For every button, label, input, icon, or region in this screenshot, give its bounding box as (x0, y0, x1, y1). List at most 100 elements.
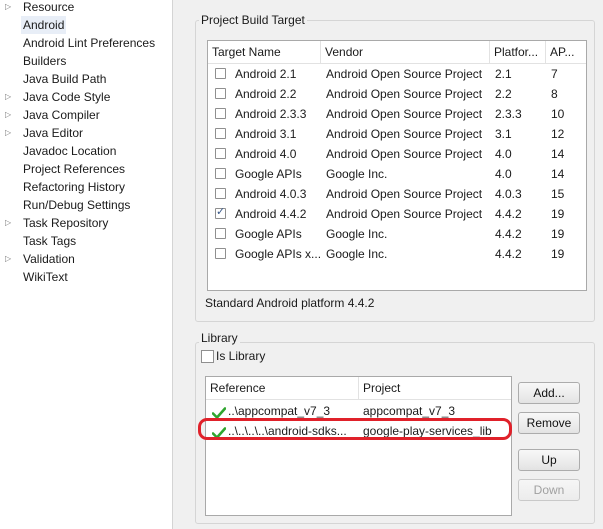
column-header-api[interactable]: AP... (546, 41, 586, 63)
build-target-checkbox[interactable] (215, 108, 226, 119)
add-library-button[interactable]: Add... (518, 382, 580, 404)
cell-api: 8 (551, 87, 558, 101)
build-target-row[interactable]: Google APIs Google Inc. 4.0 14 (208, 164, 586, 184)
build-target-row[interactable]: Android 4.0 Android Open Source Project 4.… (208, 144, 586, 164)
nav-item-label: Task Tags (23, 234, 77, 248)
nav-item-label: Java Compiler (23, 108, 100, 122)
nav-item[interactable]: ▷ Java Code Style (0, 88, 172, 106)
nav-item[interactable]: ▷ Task Repository (0, 214, 172, 232)
nav-item[interactable]: Run/Debug Settings (0, 196, 172, 214)
move-down-button[interactable]: Down (518, 479, 580, 501)
column-header-project[interactable]: Project (359, 377, 511, 399)
column-header-platform[interactable]: Platfor... (490, 41, 546, 63)
nav-item-label: Project References (23, 162, 126, 176)
nav-item[interactable]: Android (0, 16, 172, 34)
build-target-row[interactable]: Android 2.3.3 Android Open Source Project… (208, 104, 586, 124)
cell-platform: 4.0 (495, 167, 512, 181)
cell-vendor: Android Open Source Project (326, 147, 483, 161)
cell-reference: ..\appcompat_v7_3 (228, 404, 331, 418)
cell-name: Android 4.4.2 (235, 207, 307, 221)
nav-item[interactable]: Javadoc Location (0, 142, 172, 160)
cell-name: Android 2.2 (235, 87, 297, 101)
nav-item-label: WikiText (23, 270, 68, 284)
nav-item[interactable]: Refactoring History (0, 178, 172, 196)
build-target-checkbox[interactable] (215, 228, 226, 239)
cell-api: 14 (551, 167, 565, 181)
library-row[interactable]: ..\..\..\..\android-sdks... google-play-s… (206, 421, 511, 441)
cell-platform: 2.2 (495, 87, 512, 101)
expand-arrow-icon[interactable]: ▷ (5, 124, 15, 142)
build-target-checkbox[interactable] (215, 168, 226, 179)
build-target-status: Standard Android platform 4.4.2 (205, 296, 375, 310)
remove-library-button[interactable]: Remove (518, 412, 580, 434)
build-target-checkbox[interactable] (215, 248, 226, 259)
nav-item[interactable]: Project References (0, 160, 172, 178)
move-up-button[interactable]: Up (518, 449, 580, 471)
checkmark-icon: ✓ (216, 206, 226, 218)
expand-arrow-icon[interactable]: ▷ (5, 88, 15, 106)
cell-name: Android 3.1 (235, 127, 297, 141)
is-library-checkbox[interactable] (201, 350, 214, 363)
build-target-row[interactable]: Google APIs x... Google Inc. 4.4.2 19 (208, 244, 586, 264)
cell-name: Google APIs (235, 227, 302, 241)
column-header-vendor[interactable]: Vendor (321, 41, 490, 63)
cell-vendor: Android Open Source Project (326, 207, 483, 221)
cell-project: appcompat_v7_3 (363, 404, 456, 418)
nav-item[interactable]: Task Tags (0, 232, 172, 250)
expand-arrow-icon[interactable]: ▷ (5, 0, 15, 16)
cell-name: Android 4.0.3 (235, 187, 307, 201)
nav-item-label: Builders (23, 54, 67, 68)
cell-api: 19 (551, 207, 565, 221)
column-header-reference[interactable]: Reference (206, 377, 359, 399)
cell-vendor: Google Inc. (326, 227, 388, 241)
column-header-target-name[interactable]: Target Name (208, 41, 321, 63)
library-table[interactable]: Reference Project ..\appcompat_v7_3 appco… (205, 376, 512, 516)
cell-platform: 2.3.3 (495, 107, 522, 121)
nav-item[interactable]: Builders (0, 52, 172, 70)
nav-item[interactable]: Android Lint Preferences (0, 34, 172, 52)
build-target-row[interactable]: Google APIs Google Inc. 4.4.2 19 (208, 224, 586, 244)
cell-vendor: Android Open Source Project (326, 187, 483, 201)
cell-api: 15 (551, 187, 565, 201)
nav-item[interactable]: ▷ Resource (0, 0, 172, 16)
cell-api: 10 (551, 107, 565, 121)
nav-item[interactable]: ▷ Validation (0, 250, 172, 268)
nav-item[interactable]: WikiText (0, 268, 172, 286)
nav-item[interactable]: ▷ Java Compiler (0, 106, 172, 124)
nav-item[interactable]: Java Build Path (0, 70, 172, 88)
is-library-label[interactable]: Is Library (216, 349, 265, 363)
nav-item[interactable]: ▷ Java Editor (0, 124, 172, 142)
green-check-icon (211, 405, 227, 419)
build-target-row[interactable]: Android 2.2 Android Open Source Project 2.… (208, 84, 586, 104)
expand-arrow-icon[interactable]: ▷ (5, 214, 15, 232)
build-target-checkbox[interactable] (215, 68, 226, 79)
cell-api: 7 (551, 67, 558, 81)
nav-item-label: Task Repository (23, 216, 109, 230)
cell-platform: 3.1 (495, 127, 512, 141)
build-target-table[interactable]: Target Name Vendor Platfor... AP... Andr… (207, 40, 587, 291)
nav-item-label: Java Code Style (23, 90, 111, 104)
library-table-header: Reference Project (206, 377, 511, 400)
nav-item-label: Resource (23, 0, 75, 14)
expand-arrow-icon[interactable]: ▷ (5, 106, 15, 124)
library-group-title: Library (199, 331, 240, 345)
cell-platform: 4.0.3 (495, 187, 522, 201)
library-row[interactable]: ..\appcompat_v7_3 appcompat_v7_3 (206, 401, 511, 421)
cell-name: Android 4.0 (235, 147, 297, 161)
build-target-checkbox[interactable] (215, 148, 226, 159)
cell-platform: 4.4.2 (495, 227, 522, 241)
build-target-row[interactable]: Android 4.0.3 Android Open Source Project… (208, 184, 586, 204)
properties-nav-tree: ▷ Resource Android Android Lint Preferences… (0, 0, 173, 529)
build-target-row[interactable]: Android 3.1 Android Open Source Project 3.… (208, 124, 586, 144)
build-target-checkbox[interactable] (215, 188, 226, 199)
build-target-row[interactable]: Android 2.1 Android Open Source Project 2.… (208, 64, 586, 84)
build-target-checkbox[interactable] (215, 128, 226, 139)
cell-name: Android 2.1 (235, 67, 297, 81)
build-target-checkbox[interactable]: ✓ (215, 206, 226, 219)
cell-name: Google APIs x... (235, 247, 321, 261)
build-target-checkbox[interactable] (215, 88, 226, 99)
cell-platform: 4.4.2 (495, 247, 522, 261)
build-target-row[interactable]: ✓ Android 4.4.2 Android Open Source Projec… (208, 204, 586, 224)
expand-arrow-icon[interactable]: ▷ (5, 250, 15, 268)
nav-item-label: Java Build Path (23, 72, 107, 86)
